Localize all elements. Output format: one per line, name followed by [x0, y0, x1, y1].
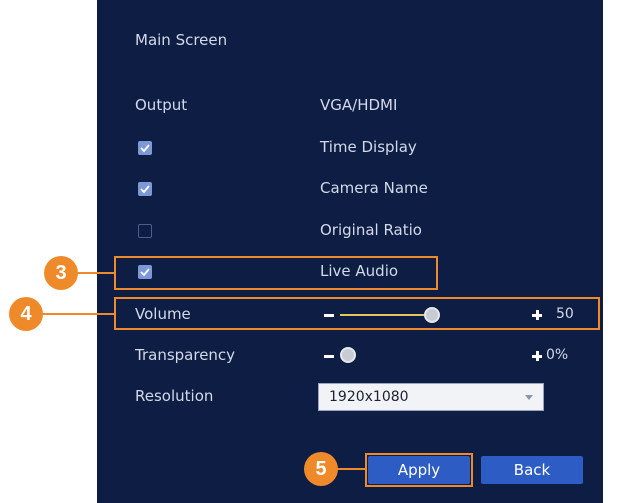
transparency-label: Transparency — [135, 346, 236, 364]
resolution-label: Resolution — [135, 387, 214, 405]
annotation-step-4-badge: 4 — [9, 297, 43, 331]
transparency-slider-handle[interactable] — [340, 347, 356, 363]
camera-name-label: Camera Name — [320, 179, 428, 197]
output-value: VGA/HDMI — [320, 96, 398, 114]
transparency-minus-icon[interactable] — [324, 355, 334, 358]
annotation-step-5-badge: 5 — [304, 452, 338, 486]
checkmark-icon — [140, 185, 150, 194]
chevron-down-icon — [525, 395, 533, 400]
annotation-step-3-badge: 3 — [44, 256, 78, 290]
camera-name-checkbox[interactable] — [138, 182, 152, 196]
annotation-step-3-leader — [77, 272, 114, 274]
back-button[interactable]: Back — [481, 456, 583, 484]
transparency-plus-icon-vertical — [535, 351, 539, 361]
annotation-step-4-box — [114, 297, 600, 330]
time-display-checkbox[interactable] — [138, 141, 152, 155]
screenshot-stage: Main Screen Output VGA/HDMI Time Display… — [0, 0, 620, 503]
original-ratio-label: Original Ratio — [320, 221, 422, 239]
annotation-step-4-leader — [42, 313, 114, 315]
settings-panel — [97, 0, 603, 503]
resolution-dropdown[interactable]: 1920x1080 — [318, 383, 544, 411]
annotation-step-5-leader — [337, 468, 365, 470]
annotation-step-3-box — [114, 256, 438, 290]
panel-title: Main Screen — [135, 31, 228, 49]
checkmark-icon — [140, 144, 150, 153]
output-label: Output — [135, 96, 188, 114]
transparency-value: 0% — [546, 347, 569, 363]
original-ratio-checkbox[interactable] — [138, 224, 152, 238]
annotation-step-5-box — [365, 453, 473, 487]
time-display-label: Time Display — [320, 138, 417, 156]
resolution-selected-value: 1920x1080 — [329, 389, 409, 405]
